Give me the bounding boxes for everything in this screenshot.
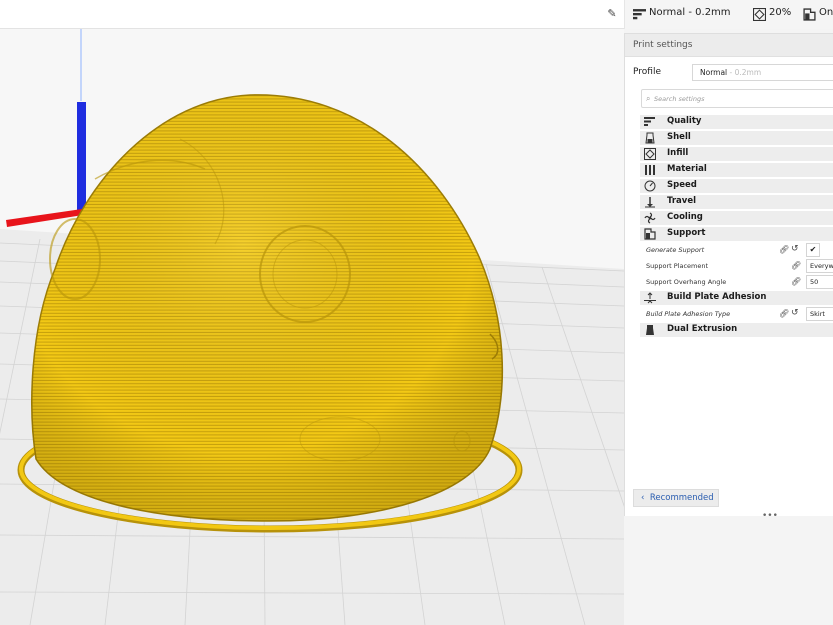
search-settings-field[interactable]: ⌕	[641, 89, 833, 108]
infill-icon	[644, 148, 656, 160]
setting-support-overhang-angle: Support Overhang Angle 🔗︎ 50	[640, 275, 833, 290]
profile-summary: Normal - 0.2mm	[649, 7, 731, 18]
category-speed[interactable]: Speed	[640, 179, 833, 193]
chevron-left-icon: ‹	[641, 493, 645, 503]
reset-icon[interactable]: ↺	[791, 244, 799, 254]
print-setup-selector[interactable]: Normal - 0.2mm 20% On	[624, 0, 833, 29]
material-icon	[645, 165, 655, 175]
generate-support-checkbox[interactable]: ✔	[806, 243, 820, 257]
profile-name: Normal	[700, 68, 728, 77]
top-toolbar: ✎ Normal - 0.2mm 20% On	[0, 0, 833, 29]
setting-label: Support Placement	[646, 262, 709, 270]
setting-label: Build Plate Adhesion Type	[646, 310, 731, 318]
infill-summary: 20%	[769, 7, 792, 18]
search-icon: ⌕	[646, 94, 651, 103]
quality-icon	[644, 117, 655, 126]
setting-build-plate-adhesion-type: Build Plate Adhesion Type 🔗︎ ↺ Skirt	[640, 307, 833, 322]
category-quality[interactable]: Quality	[640, 115, 833, 129]
adhesion-icon	[644, 292, 656, 304]
link-icon[interactable]: 🔗︎	[779, 245, 789, 254]
support-summary: On	[819, 7, 833, 18]
panel-title: Print settings	[625, 34, 833, 57]
category-material[interactable]: Material	[640, 163, 833, 177]
pencil-icon[interactable]: ✎	[605, 7, 619, 21]
category-dual-extrusion[interactable]: Dual Extrusion	[640, 323, 833, 337]
setting-label: Generate Support	[646, 246, 705, 254]
support-icon	[803, 8, 816, 21]
category-label: Cooling	[667, 212, 703, 222]
category-shell[interactable]: Shell	[640, 131, 833, 145]
category-label: Shell	[667, 132, 691, 142]
category-label: Dual Extrusion	[667, 324, 738, 334]
panel-resize-handle[interactable]: •••	[762, 511, 778, 521]
category-label: Material	[667, 164, 707, 174]
profile-dropdown[interactable]: Normal - 0.2mm	[692, 64, 833, 81]
3d-viewport[interactable]	[0, 29, 624, 625]
support-icon	[644, 228, 656, 240]
category-cooling[interactable]: Cooling	[640, 211, 833, 225]
adhesion-type-dropdown[interactable]: Skirt	[806, 307, 833, 321]
category-travel[interactable]: Travel	[640, 195, 833, 209]
infill-icon	[753, 8, 766, 21]
category-infill[interactable]: Infill	[640, 147, 833, 161]
search-input[interactable]	[654, 92, 833, 106]
build-plate-scene[interactable]	[0, 29, 624, 625]
cooling-icon	[644, 212, 656, 224]
category-label: Support	[667, 228, 706, 238]
reset-icon[interactable]: ↺	[791, 308, 799, 318]
profile-label: Profile	[633, 67, 661, 77]
recommended-label: Recommended	[649, 493, 714, 503]
category-label: Quality	[667, 116, 702, 126]
category-label: Travel	[667, 196, 697, 206]
support-overhang-angle-input[interactable]: 50	[806, 275, 833, 289]
category-label: Build Plate Adhesion	[667, 292, 767, 302]
category-label: Speed	[667, 180, 697, 190]
y-axis-indicator	[77, 102, 86, 212]
setting-generate-support: Generate Support 🔗︎ ↺ ✔	[640, 243, 833, 258]
link-icon[interactable]: 🔗︎	[791, 261, 801, 270]
shell-icon	[645, 132, 655, 144]
setting-support-placement: Support Placement 🔗︎ Everywhere	[640, 259, 833, 274]
print-settings-panel: Print settings Profile Normal - 0.2mm ⌕ …	[624, 33, 833, 516]
link-icon[interactable]: 🔗︎	[779, 309, 789, 318]
category-label: Infill	[667, 148, 689, 158]
category-support[interactable]: Support	[640, 227, 833, 241]
profile-row: Profile Normal - 0.2mm	[625, 64, 833, 82]
setting-label: Support Overhang Angle	[646, 278, 727, 286]
speed-icon	[644, 180, 656, 192]
recommended-button[interactable]: ‹ Recommended	[633, 489, 719, 507]
travel-icon	[645, 197, 655, 208]
category-build-plate-adhesion[interactable]: Build Plate Adhesion	[640, 291, 833, 305]
support-placement-dropdown[interactable]: Everywhere	[806, 259, 833, 273]
link-icon[interactable]: 🔗︎	[791, 277, 801, 286]
quality-icon	[633, 9, 646, 20]
dual-extrusion-icon	[646, 325, 654, 335]
profile-layer-height: - 0.2mm	[727, 68, 762, 77]
